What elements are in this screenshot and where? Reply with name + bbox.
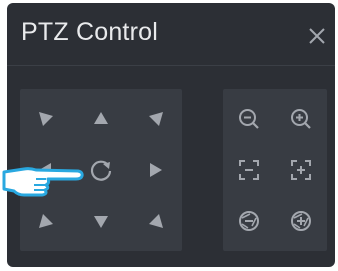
close-icon (309, 28, 325, 44)
arrow-up-icon (94, 112, 108, 124)
zoom-in-icon (291, 109, 311, 129)
iris-open-button[interactable] (281, 201, 321, 241)
focus-minus-icon (239, 160, 259, 180)
window-title: PTZ Control (21, 18, 158, 46)
tilt-down-button[interactable] (81, 201, 121, 241)
close-button[interactable] (307, 26, 327, 46)
iris-close-button[interactable] (229, 201, 269, 241)
focus-far-button[interactable] (281, 150, 321, 190)
lens-control-panel (223, 89, 327, 251)
arrow-down-icon (94, 216, 108, 228)
zoom-out-icon (239, 109, 259, 129)
iris-plus-icon (291, 211, 311, 231)
arrow-up-right-icon (149, 112, 163, 126)
title-bar: PTZ Control (7, 3, 335, 66)
auto-scan-button[interactable] (81, 150, 121, 190)
tilt-up-button[interactable] (81, 99, 121, 139)
pan-up-left-button[interactable] (26, 99, 66, 139)
arrow-down-left-icon (39, 214, 53, 228)
pointing-hand-icon (2, 167, 84, 197)
pan-down-left-button[interactable] (26, 201, 66, 241)
arrow-down-right-icon (149, 214, 163, 228)
focus-plus-icon (291, 160, 311, 180)
pan-up-right-button[interactable] (136, 99, 176, 139)
pan-right-button[interactable] (136, 150, 176, 190)
rotate-icon (90, 160, 112, 181)
iris-minus-icon (239, 211, 259, 231)
arrow-right-icon (150, 163, 162, 177)
zoom-out-button[interactable] (229, 99, 269, 139)
zoom-in-button[interactable] (281, 99, 321, 139)
focus-near-button[interactable] (229, 150, 269, 190)
pan-down-right-button[interactable] (136, 201, 176, 241)
ptz-control-window: PTZ Control (7, 3, 335, 267)
arrow-up-left-icon (39, 112, 53, 126)
